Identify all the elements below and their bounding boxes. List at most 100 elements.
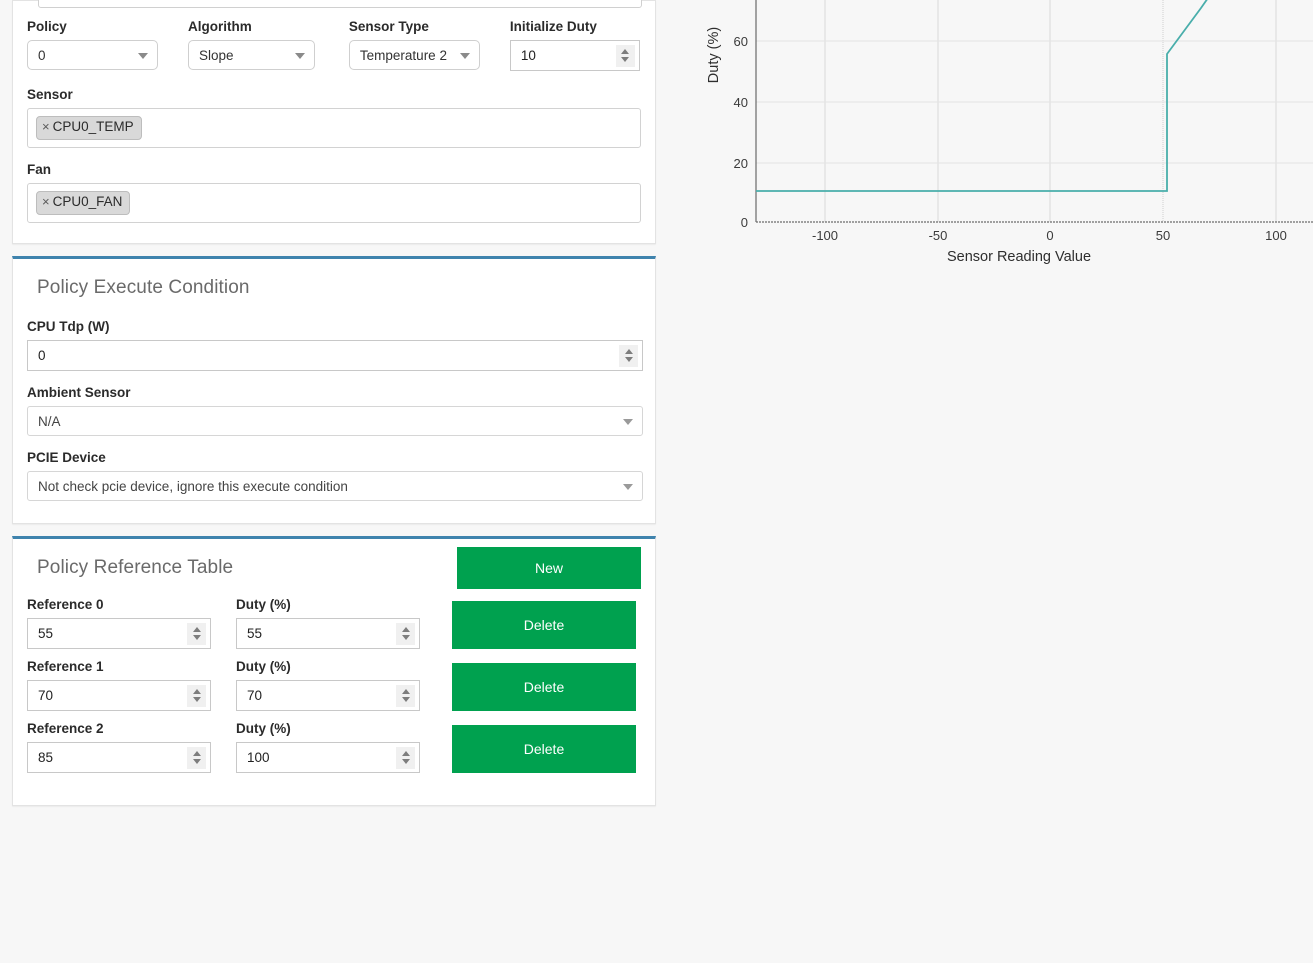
policy-select[interactable]: 0 <box>27 40 158 70</box>
delete-row-1-button[interactable]: Delete <box>452 663 636 711</box>
cpu-tdp-stepper[interactable]: 0 <box>27 340 643 371</box>
initialize-duty-label: Initialize Duty <box>509 19 597 34</box>
chevron-down-icon <box>138 53 148 59</box>
svg-text:50: 50 <box>1156 228 1170 243</box>
stepper-arrows-icon[interactable] <box>615 44 635 67</box>
ambient-sensor-value: N/A <box>38 413 61 429</box>
reference-row: Reference 1 70 Duty (%) 70 Delete <box>27 659 641 711</box>
chevron-down-icon <box>623 419 633 425</box>
cpu-tdp-field: CPU Tdp (W) 0 <box>27 319 643 371</box>
policy-editor-page: Policy 0 Algorithm Slope Sensor Type Tem… <box>0 0 1313 963</box>
ambient-sensor-field: Ambient Sensor N/A <box>27 385 643 436</box>
reference-table-header: Policy Reference Table New <box>27 539 641 597</box>
duty-1-field: Duty (%) 70 <box>236 659 420 711</box>
reference-2-stepper[interactable]: 85 <box>27 742 211 773</box>
svg-text:-100: -100 <box>812 228 838 243</box>
duty-0-value: 55 <box>247 626 263 641</box>
fan-label: Fan <box>27 162 52 177</box>
y-axis-title: Duty (%) <box>706 27 722 83</box>
ambient-sensor-label: Ambient Sensor <box>27 385 131 400</box>
svg-text:0: 0 <box>741 215 748 230</box>
policy-execute-condition-panel: Policy Execute Condition CPU Tdp (W) 0 A… <box>12 256 656 524</box>
reference-1-field: Reference 1 70 <box>27 659 211 711</box>
cpu-tdp-label: CPU Tdp (W) <box>27 319 110 334</box>
duty-0-label: Duty (%) <box>236 597 291 612</box>
stepper-arrows-icon[interactable] <box>396 684 415 707</box>
svg-text:40: 40 <box>734 95 748 110</box>
svg-text:-50: -50 <box>929 228 948 243</box>
chip-remove-icon[interactable]: × <box>42 119 50 135</box>
svg-text:0: 0 <box>1046 228 1053 243</box>
partial-input-above[interactable] <box>38 0 642 8</box>
pcie-device-label: PCIE Device <box>27 450 106 465</box>
stepper-arrows-icon[interactable] <box>396 622 415 645</box>
chart-svg: 0 20 40 60 -100 -50 0 50 100 Sensor Read… <box>660 0 1313 290</box>
stepper-arrows-icon[interactable] <box>396 746 415 769</box>
policy-field: Policy 0 <box>27 19 188 71</box>
policy-reference-table-panel: Policy Reference Table New Reference 0 5… <box>12 536 656 806</box>
duty-0-field: Duty (%) 55 <box>236 597 420 649</box>
sensor-type-select-value: Temperature 2 <box>359 47 447 63</box>
sensor-field: Sensor × CPU0_TEMP <box>27 87 641 148</box>
cpu-tdp-value: 0 <box>38 348 46 363</box>
reference-0-label: Reference 0 <box>27 597 104 612</box>
pcie-device-select[interactable]: Not check pcie device, ignore this execu… <box>27 471 643 501</box>
initialize-duty-field: Initialize Duty 10 <box>509 19 641 71</box>
ambient-sensor-select[interactable]: N/A <box>27 406 643 436</box>
stepper-arrows-icon[interactable] <box>187 684 206 707</box>
algorithm-select-value: Slope <box>198 47 234 63</box>
fan-tag-input[interactable]: × CPU0_FAN <box>27 183 641 223</box>
chart-background <box>660 0 1313 290</box>
chevron-down-icon <box>294 53 305 59</box>
svg-text:100: 100 <box>1265 228 1287 243</box>
execute-condition-title: Policy Execute Condition <box>37 277 250 298</box>
algorithm-select[interactable]: Slope <box>187 40 315 70</box>
duty-2-field: Duty (%) 100 <box>236 721 420 773</box>
duty-vs-sensor-chart: 0 20 40 60 -100 -50 0 50 100 Sensor Read… <box>660 0 1313 290</box>
sensor-type-label: Sensor Type <box>348 19 429 34</box>
duty-2-value: 100 <box>247 750 270 765</box>
sensor-type-select[interactable]: Temperature 2 <box>348 40 480 70</box>
duty-0-stepper[interactable]: 55 <box>236 618 420 649</box>
initialize-duty-stepper[interactable]: 10 <box>509 40 640 71</box>
fan-field: Fan × CPU0_FAN <box>27 162 641 223</box>
reference-0-value: 55 <box>38 626 54 641</box>
reference-row: Reference 0 55 Duty (%) 55 Delete <box>27 597 641 649</box>
sensor-tag-input[interactable]: × CPU0_TEMP <box>27 108 641 148</box>
pcie-device-field: PCIE Device Not check pcie device, ignor… <box>27 450 643 501</box>
reference-2-value: 85 <box>38 750 54 765</box>
chip-remove-icon[interactable]: × <box>42 194 50 210</box>
sensor-label: Sensor <box>27 87 73 102</box>
fan-chip[interactable]: × CPU0_FAN <box>36 191 131 215</box>
sensor-type-field: Sensor Type Temperature 2 <box>348 19 510 71</box>
sensor-chip[interactable]: × CPU0_TEMP <box>36 116 142 140</box>
delete-row-2-button[interactable]: Delete <box>452 725 636 773</box>
algorithm-label: Algorithm <box>187 19 252 34</box>
new-button[interactable]: New <box>457 547 641 589</box>
reference-row: Reference 2 85 Duty (%) 100 Delete <box>27 721 641 773</box>
reference-0-stepper[interactable]: 55 <box>27 618 211 649</box>
duty-1-stepper[interactable]: 70 <box>236 680 420 711</box>
reference-1-stepper[interactable]: 70 <box>27 680 211 711</box>
initialize-duty-value: 10 <box>520 48 536 63</box>
fan-chip-label: CPU0_FAN <box>52 194 123 210</box>
algorithm-field: Algorithm Slope <box>187 19 349 71</box>
stepper-arrows-icon[interactable] <box>187 622 206 645</box>
chevron-down-icon <box>459 53 470 59</box>
stepper-arrows-icon[interactable] <box>619 344 638 367</box>
x-axis-title: Sensor Reading Value <box>947 249 1091 265</box>
duty-2-label: Duty (%) <box>236 721 291 736</box>
reference-2-label: Reference 2 <box>27 721 104 736</box>
reference-2-field: Reference 2 85 <box>27 721 211 773</box>
duty-1-label: Duty (%) <box>236 659 291 674</box>
policy-settings-panel: Policy 0 Algorithm Slope Sensor Type Tem… <box>12 0 656 244</box>
delete-row-0-button[interactable]: Delete <box>452 601 636 649</box>
reference-1-value: 70 <box>38 688 54 703</box>
policy-select-value: 0 <box>38 47 46 63</box>
duty-2-stepper[interactable]: 100 <box>236 742 420 773</box>
reference-1-label: Reference 1 <box>27 659 104 674</box>
reference-0-field: Reference 0 55 <box>27 597 211 649</box>
reference-table-title: Policy Reference Table <box>37 557 234 578</box>
stepper-arrows-icon[interactable] <box>187 746 206 769</box>
pcie-device-value: Not check pcie device, ignore this execu… <box>38 478 348 494</box>
